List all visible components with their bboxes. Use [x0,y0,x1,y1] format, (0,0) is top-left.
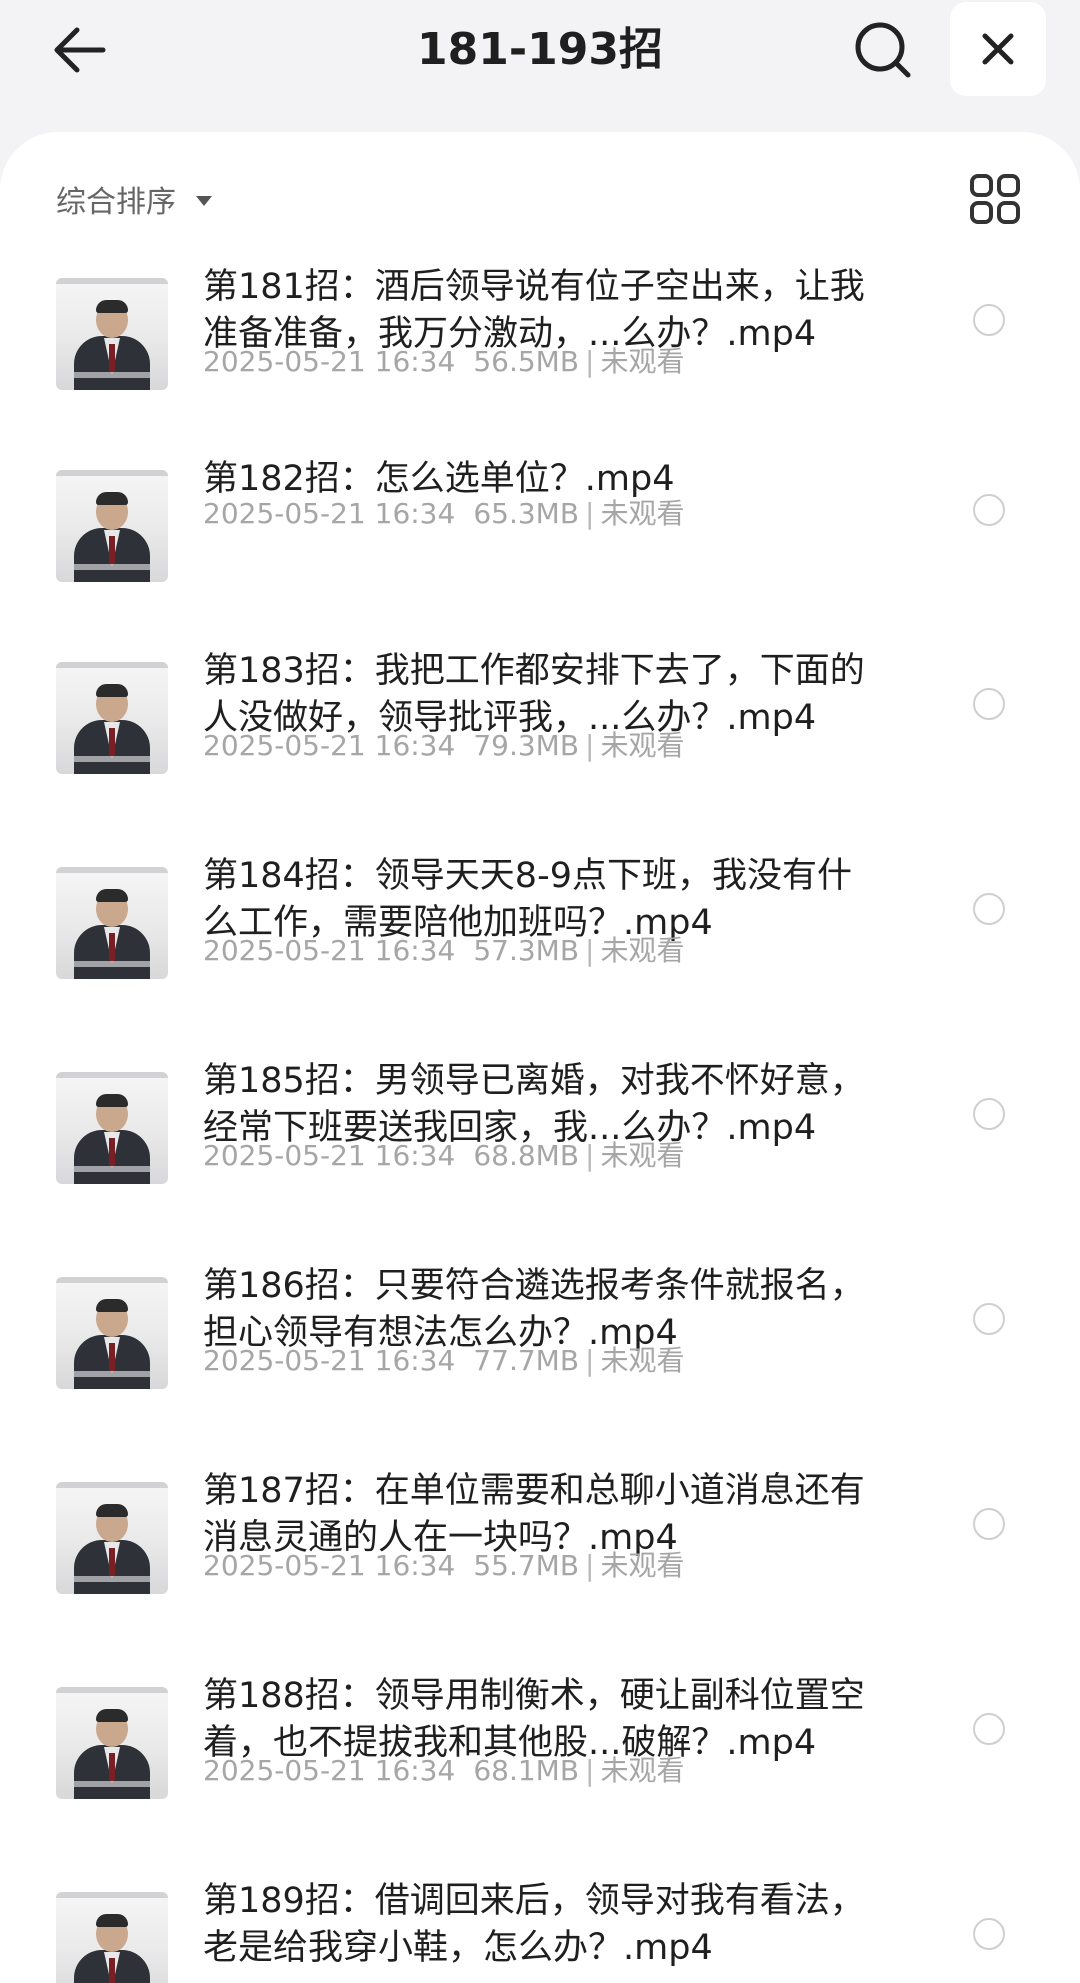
video-thumbnail [56,1072,168,1184]
select-radio[interactable] [973,1713,1005,1745]
video-thumbnail [56,1277,168,1389]
file-date: 2025-05-21 16:34 [203,934,456,967]
meta-divider: | [585,1549,595,1582]
video-thumbnail [56,1687,168,1799]
file-name: 第189招：借调回来后，领导对我有看法，老是给我穿小鞋，怎么办？.mp4 [203,1881,865,1968]
select-radio[interactable] [973,494,1005,526]
file-list-item[interactable]: 第181招：酒后领导说有位子空出来，让我准备准备，我万分激动，...么办？.mp… [0,256,1080,448]
file-size: 79.3MB [473,729,580,762]
watch-status: 未观看 [600,1344,685,1377]
file-meta: 2025-05-21 16:34 57.3MB | 未观看 [203,931,685,971]
select-radio[interactable] [973,1508,1005,1540]
select-radio[interactable] [973,1303,1005,1335]
select-radio[interactable] [973,688,1005,720]
file-meta: 2025-05-21 16:34 68.8MB | 未观看 [203,1136,685,1176]
top-bar: 181-193招 [0,0,1080,130]
close-button[interactable] [950,2,1046,96]
watch-status: 未观看 [600,497,685,530]
file-size: 65.3MB [473,497,580,530]
file-list-item[interactable]: 第187招：在单位需要和总聊小道消息还有消息灵通的人在一块吗？.mp4 2025-… [0,1460,1080,1665]
select-radio[interactable] [973,1918,1005,1950]
watch-status: 未观看 [600,1754,685,1787]
file-meta: 2025-05-21 16:34 55.7MB | 未观看 [203,1546,685,1586]
file-list-item[interactable]: 第183招：我把工作都安排下去了，下面的人没做好，领导批评我，...么办？.mp… [0,640,1080,845]
file-list-item[interactable]: 第189招：借调回来后，领导对我有看法，老是给我穿小鞋，怎么办？.mp4 [0,1870,1080,1983]
file-list: 第181招：酒后领导说有位子空出来，让我准备准备，我万分激动，...么办？.mp… [0,256,1080,1983]
video-thumbnail [56,662,168,774]
file-list-item[interactable]: 第185招：男领导已离婚，对我不怀好意，经常下班要送我回家，我...么办？.mp… [0,1050,1080,1255]
file-size: 68.8MB [473,1139,580,1172]
file-meta: 2025-05-21 16:34 56.5MB | 未观看 [203,342,685,382]
select-radio[interactable] [973,304,1005,336]
file-date: 2025-05-21 16:34 [203,1139,456,1172]
video-thumbnail [56,470,168,582]
file-size: 77.7MB [473,1344,580,1377]
file-size: 68.1MB [473,1754,580,1787]
file-meta: 2025-05-21 16:34 79.3MB | 未观看 [203,726,685,766]
file-date: 2025-05-21 16:34 [203,1754,456,1787]
file-date: 2025-05-21 16:34 [203,1344,456,1377]
select-radio[interactable] [973,893,1005,925]
file-list-item[interactable]: 第188招：领导用制衡术，硬让副科位置空着，也不提拔我和其他股...破解？.mp… [0,1665,1080,1870]
file-meta: 2025-05-21 16:34 65.3MB | 未观看 [203,494,685,534]
file-date: 2025-05-21 16:34 [203,1549,456,1582]
file-date: 2025-05-21 16:34 [203,729,456,762]
file-list-item[interactable]: 第182招：怎么选单位？.mp4 2025-05-21 16:34 65.3MB | 未… [0,448,1080,640]
file-meta: 2025-05-21 16:34 68.1MB | 未观看 [203,1751,685,1791]
file-list-panel: 综合排序 第181招：酒后领导说有位子空出来，让我准备准备，我万分激动，...么… [0,132,1080,1983]
video-thumbnail [56,278,168,390]
select-radio[interactable] [973,1098,1005,1130]
watch-status: 未观看 [600,729,685,762]
close-icon [982,33,1014,65]
sort-dropdown[interactable]: 综合排序 [56,174,214,224]
meta-divider: | [585,1344,595,1377]
file-size: 57.3MB [473,934,580,967]
watch-status: 未观看 [600,934,685,967]
video-thumbnail [56,867,168,979]
search-icon [855,22,911,78]
file-size: 56.5MB [473,345,580,378]
watch-status: 未观看 [600,345,685,378]
search-button[interactable] [848,18,918,82]
page-title: 181-193招 [417,24,663,75]
file-size: 55.7MB [473,1549,580,1582]
grid-view-icon [970,174,1020,224]
meta-divider: | [585,497,595,530]
sort-label: 综合排序 [56,185,176,220]
meta-divider: | [585,1754,595,1787]
meta-divider: | [585,1139,595,1172]
watch-status: 未观看 [600,1139,685,1172]
caret-down-icon [196,196,212,206]
meta-divider: | [585,345,595,378]
file-meta: 2025-05-21 16:34 77.7MB | 未观看 [203,1341,685,1381]
video-thumbnail [56,1482,168,1594]
meta-divider: | [585,729,595,762]
file-date: 2025-05-21 16:34 [203,497,456,530]
file-list-item[interactable]: 第186招：只要符合遴选报考条件就报名，担心领导有想法怎么办？.mp4 2025-… [0,1255,1080,1460]
meta-divider: | [585,934,595,967]
video-thumbnail [56,1892,168,1983]
watch-status: 未观看 [600,1549,685,1582]
file-date: 2025-05-21 16:34 [203,345,456,378]
file-list-item[interactable]: 第184招：领导天天8-9点下班，我没有什么工作，需要陪他加班吗？.mp4 202… [0,845,1080,1050]
grid-view-button[interactable] [968,172,1022,226]
